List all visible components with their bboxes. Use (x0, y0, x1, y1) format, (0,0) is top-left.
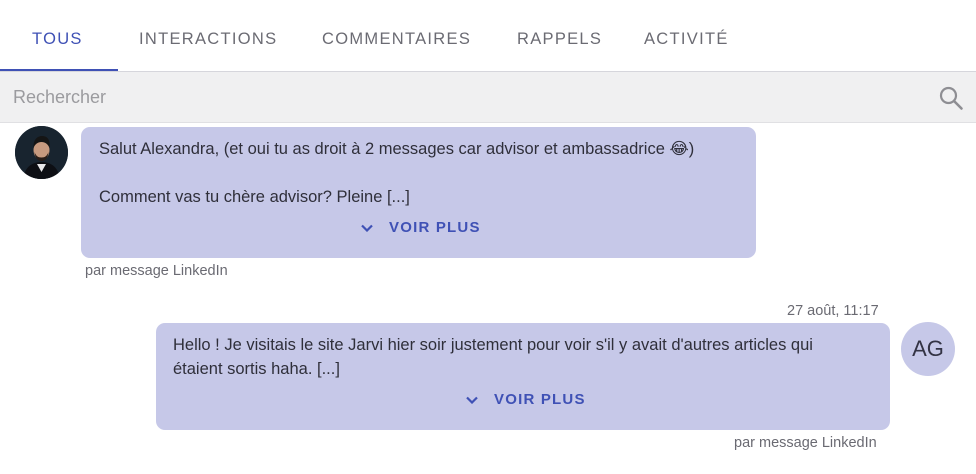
tab-activite[interactable]: ACTIVITÉ (644, 30, 729, 50)
avatar (15, 126, 68, 179)
message-source: par message LinkedIn (85, 263, 228, 279)
user-photo-icon (15, 126, 68, 179)
active-tab-indicator (0, 69, 118, 71)
search-input[interactable] (13, 84, 893, 110)
message-line: étaient sortis haha. [...] (173, 360, 340, 378)
message-bubble: Hello ! Je visitais le site Jarvi hier s… (156, 323, 890, 430)
chevron-down-icon (361, 224, 373, 232)
voir-plus-button[interactable]: VOIR PLUS (466, 391, 586, 408)
search-icon[interactable] (938, 85, 964, 111)
message-bubble: Salut Alexandra, (et oui tu as droit à 2… (81, 127, 756, 258)
tab-rappels[interactable]: RAPPELS (517, 30, 602, 50)
message-timestamp: 27 août, 11:17 (787, 303, 879, 319)
voir-plus-label: VOIR PLUS (494, 391, 586, 408)
message-source: par message LinkedIn (734, 435, 877, 451)
voir-plus-button[interactable]: VOIR PLUS (361, 219, 481, 236)
tab-interactions[interactable]: INTERACTIONS (139, 30, 277, 50)
tab-bar: TOUS INTERACTIONS COMMENTAIRES RAPPELS A… (0, 0, 976, 72)
search-bar (0, 72, 976, 123)
chevron-down-icon (466, 396, 478, 404)
voir-plus-label: VOIR PLUS (389, 219, 481, 236)
tab-tous[interactable]: TOUS (32, 30, 83, 50)
tab-commentaires[interactable]: COMMENTAIRES (322, 30, 471, 50)
message-line: Comment vas tu chère advisor? Pleine [..… (99, 188, 410, 206)
avatar: AG (901, 322, 955, 376)
message-line: Hello ! Je visitais le site Jarvi hier s… (173, 336, 813, 354)
message-line: Salut Alexandra, (et oui tu as droit à 2… (99, 140, 695, 158)
